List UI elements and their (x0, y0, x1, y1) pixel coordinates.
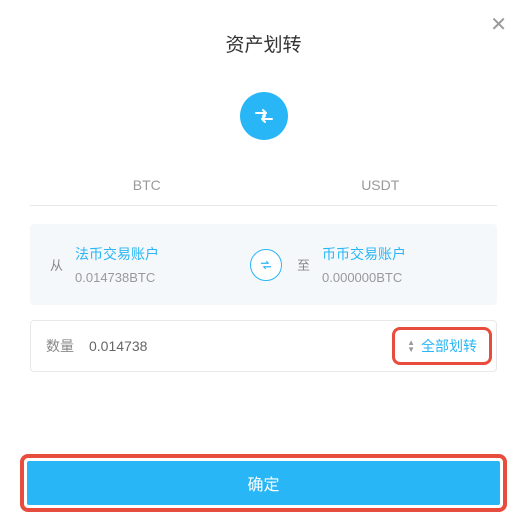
transfer-box: 从 法币交易账户 0.014738BTC 至 币币交易账户 0.000000BT… (30, 224, 497, 305)
to-label: 至 (297, 255, 310, 274)
amount-input[interactable] (89, 338, 392, 354)
amount-label: 数量 (46, 336, 74, 356)
amount-row: 数量 ▲ ▼ 全部划转 (30, 320, 497, 372)
currency-tabs: BTC USDT (30, 165, 497, 206)
transfer-modal: ✕ 资产划转 BTC USDT 从 法币交易账户 0.014738BTC (0, 0, 527, 530)
swap-button[interactable] (250, 249, 282, 281)
close-icon[interactable]: ✕ (490, 15, 507, 35)
from-content: 法币交易账户 0.014738BTC (75, 244, 159, 285)
confirm-highlight: 确定 (20, 454, 507, 512)
transfer-icon (240, 92, 288, 140)
modal-title: 资产划转 (0, 30, 527, 57)
from-account-section: 从 法币交易账户 0.014738BTC (40, 244, 240, 285)
to-account-section: 至 币币交易账户 0.000000BTC (292, 244, 487, 285)
all-transfer-label: 全部划转 (421, 336, 477, 356)
all-transfer-button[interactable]: ▲ ▼ 全部划转 (392, 327, 492, 365)
from-account-name[interactable]: 法币交易账户 (75, 244, 159, 264)
to-account-name[interactable]: 币币交易账户 (322, 244, 406, 264)
to-balance: 0.000000BTC (322, 270, 406, 285)
stepper-icon: ▲ ▼ (407, 339, 415, 353)
confirm-button[interactable]: 确定 (27, 461, 500, 505)
swap-icon (259, 258, 273, 272)
to-content: 币币交易账户 0.000000BTC (322, 244, 406, 285)
tab-btc[interactable]: BTC (30, 165, 264, 205)
from-label: 从 (50, 255, 63, 274)
tab-usdt[interactable]: USDT (264, 165, 498, 205)
from-balance: 0.014738BTC (75, 270, 159, 285)
